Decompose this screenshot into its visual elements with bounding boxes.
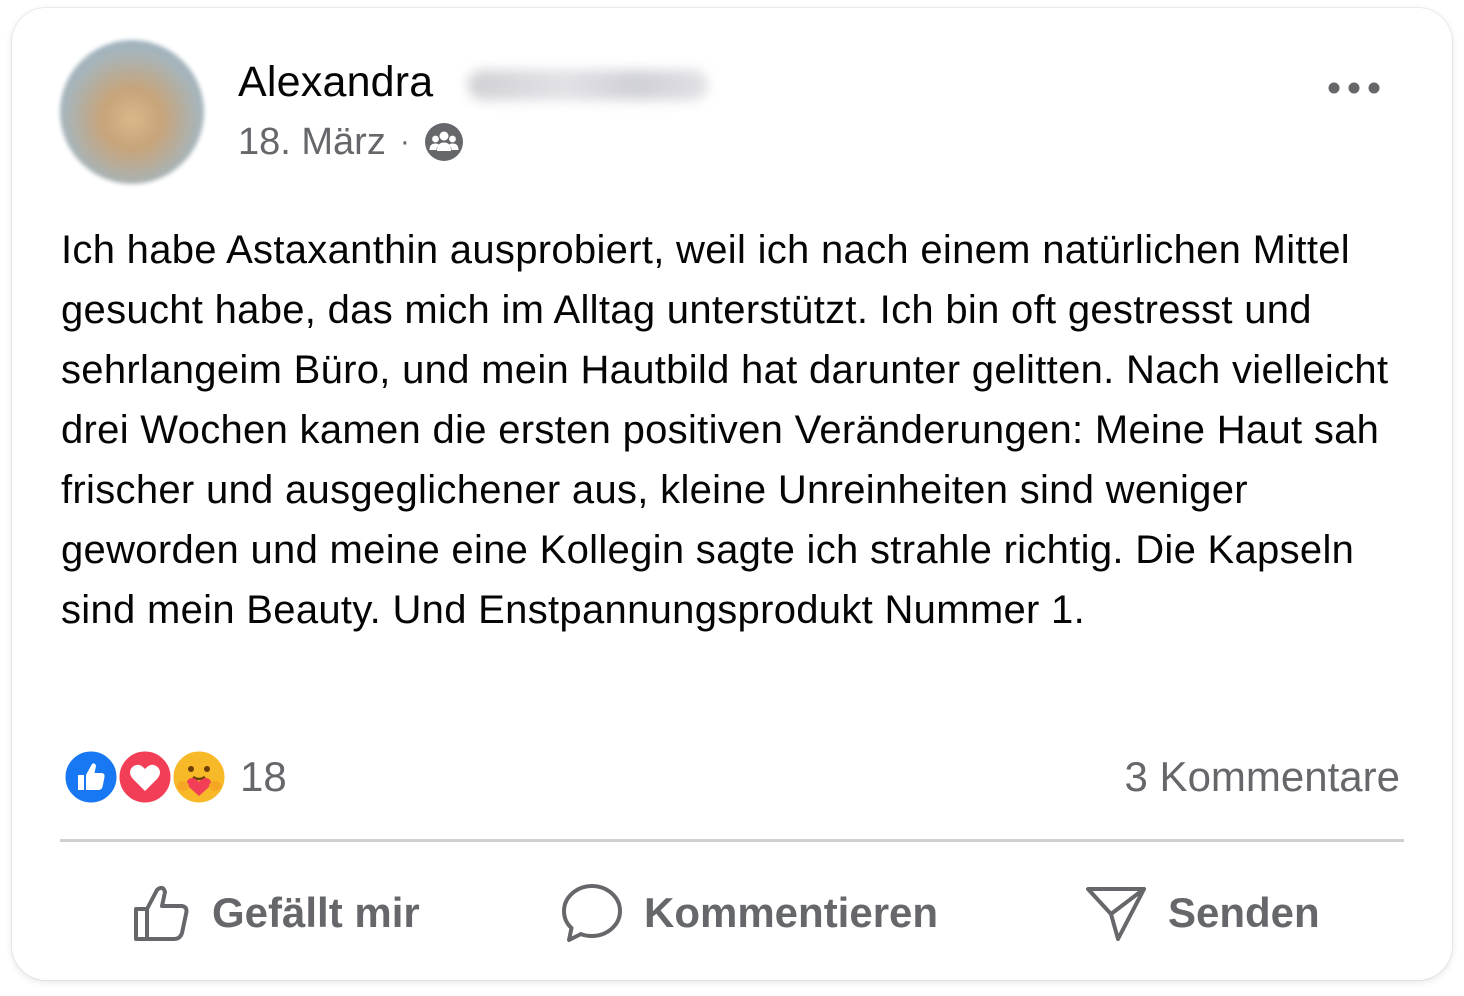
thumbs-up-icon: [134, 885, 189, 941]
love-reaction-icon: [116, 748, 174, 806]
comments-count-link[interactable]: 3 Kommentare: [1125, 748, 1400, 806]
send-icon: [1086, 887, 1146, 941]
author-name[interactable]: Alexandra: [238, 58, 433, 107]
author-surname-redacted: [468, 70, 708, 100]
like-reaction-icon: [62, 748, 120, 806]
post-text: Ich habe Astaxanthin ausprobiert, weil i…: [61, 228, 1389, 632]
care-reaction-icon: [170, 748, 228, 806]
comment-button-label: Kommentieren: [644, 889, 939, 936]
avatar[interactable]: [60, 40, 204, 184]
divider: [60, 839, 1404, 842]
meta-separator: ·: [399, 125, 410, 158]
comment-icon: [562, 884, 622, 942]
reactions-summary[interactable]: 18: [62, 748, 287, 806]
post-card: Alexandra 18. März · Ich habe Astaxanthi…: [12, 8, 1452, 980]
send-button-label: Senden: [1168, 889, 1320, 936]
like-button-label: Gefällt mir: [212, 889, 420, 936]
reaction-icons: [62, 748, 230, 806]
friends-icon[interactable]: [424, 122, 464, 162]
post-meta: 18. März ·: [238, 120, 464, 164]
more-options-icon[interactable]: [1318, 64, 1390, 112]
comment-button[interactable]: Kommentieren: [560, 868, 938, 958]
reaction-count: 18: [240, 753, 287, 800]
send-button[interactable]: Senden: [1084, 868, 1320, 958]
post-date[interactable]: 18. März: [238, 121, 386, 164]
post-actions: Gefällt mir Kommentieren Senden: [60, 868, 1404, 958]
like-button[interactable]: Gefällt mir: [130, 868, 420, 958]
